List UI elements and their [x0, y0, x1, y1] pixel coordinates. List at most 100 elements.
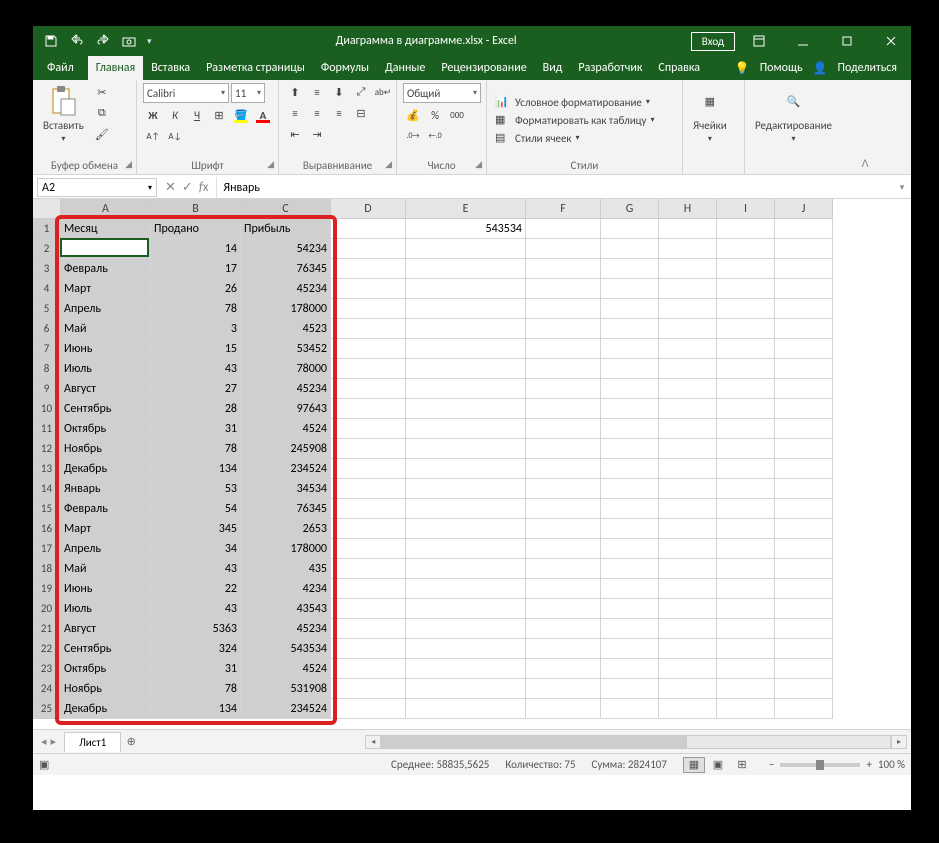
- cell[interactable]: [406, 519, 526, 539]
- row-header[interactable]: 10: [33, 399, 61, 419]
- cell[interactable]: [775, 499, 833, 519]
- login-button[interactable]: Вход: [691, 32, 735, 51]
- cell[interactable]: [659, 599, 717, 619]
- cell[interactable]: Март: [61, 279, 151, 299]
- cell[interactable]: [775, 359, 833, 379]
- qa-customize-dropdown[interactable]: ▾: [147, 36, 152, 47]
- cell[interactable]: 97643: [241, 399, 331, 419]
- cell[interactable]: [659, 299, 717, 319]
- collapse-ribbon-icon[interactable]: ᐱ: [855, 80, 875, 174]
- cancel-formula-icon[interactable]: ✕: [165, 180, 176, 195]
- border-button[interactable]: ⊞: [209, 106, 229, 124]
- cell[interactable]: [717, 679, 775, 699]
- cell[interactable]: 22: [151, 579, 241, 599]
- cell[interactable]: [775, 699, 833, 719]
- cell[interactable]: [601, 679, 659, 699]
- cell[interactable]: [331, 439, 406, 459]
- cell[interactable]: [406, 279, 526, 299]
- cell[interactable]: [526, 259, 601, 279]
- cell[interactable]: [601, 319, 659, 339]
- cell[interactable]: [406, 619, 526, 639]
- tab-formulas[interactable]: Формулы: [313, 56, 377, 80]
- cell[interactable]: [601, 659, 659, 679]
- cell[interactable]: [601, 419, 659, 439]
- cell[interactable]: [775, 479, 833, 499]
- cell[interactable]: 324: [151, 639, 241, 659]
- expand-formula-bar-icon[interactable]: ▾: [893, 177, 911, 198]
- cell[interactable]: [659, 419, 717, 439]
- cell[interactable]: Прибыль: [241, 219, 331, 239]
- cell[interactable]: [406, 559, 526, 579]
- cell[interactable]: [406, 579, 526, 599]
- cell[interactable]: [659, 679, 717, 699]
- cell[interactable]: [406, 419, 526, 439]
- wrap-text-icon[interactable]: ab↵: [373, 83, 393, 101]
- percent-icon[interactable]: %: [425, 106, 445, 124]
- cell[interactable]: [659, 259, 717, 279]
- page-break-view-icon[interactable]: ⊞: [731, 757, 753, 773]
- row-header[interactable]: 5: [33, 299, 61, 319]
- tab-developer[interactable]: Разработчик: [570, 56, 650, 80]
- underline-button[interactable]: Ч: [187, 106, 207, 124]
- row-header[interactable]: 23: [33, 659, 61, 679]
- cell[interactable]: [775, 259, 833, 279]
- minimize-icon[interactable]: [783, 26, 823, 56]
- tab-layout[interactable]: Разметка страницы: [198, 56, 313, 80]
- column-header[interactable]: I: [717, 199, 775, 219]
- column-header[interactable]: J: [775, 199, 833, 219]
- cell[interactable]: [775, 639, 833, 659]
- cell[interactable]: Январь: [61, 479, 151, 499]
- cell[interactable]: [331, 299, 406, 319]
- cell[interactable]: 53452: [241, 339, 331, 359]
- decrease-decimal-icon[interactable]: ←.0: [425, 127, 445, 145]
- cell[interactable]: 234524: [241, 459, 331, 479]
- cell[interactable]: 28: [151, 399, 241, 419]
- cell[interactable]: [406, 699, 526, 719]
- italic-button[interactable]: К: [165, 106, 185, 124]
- cell[interactable]: [601, 239, 659, 259]
- align-center-icon[interactable]: ≡: [307, 104, 327, 122]
- record-macro-icon[interactable]: ▣: [39, 758, 49, 771]
- cell[interactable]: [331, 479, 406, 499]
- cell[interactable]: [775, 439, 833, 459]
- cell[interactable]: [526, 359, 601, 379]
- cell[interactable]: [659, 479, 717, 499]
- column-header[interactable]: D: [331, 199, 406, 219]
- close-icon[interactable]: [871, 26, 911, 56]
- cell[interactable]: [659, 539, 717, 559]
- cell[interactable]: [331, 319, 406, 339]
- cell[interactable]: [331, 679, 406, 699]
- cell[interactable]: [526, 379, 601, 399]
- cell[interactable]: 43: [151, 559, 241, 579]
- cell[interactable]: Май: [61, 559, 151, 579]
- cell[interactable]: Апрель: [61, 299, 151, 319]
- cell[interactable]: 3: [151, 319, 241, 339]
- cell[interactable]: [601, 479, 659, 499]
- cell[interactable]: Июнь: [61, 579, 151, 599]
- cell[interactable]: 78: [151, 299, 241, 319]
- cell[interactable]: [406, 639, 526, 659]
- cell[interactable]: [526, 639, 601, 659]
- cell[interactable]: 4523: [241, 319, 331, 339]
- cell[interactable]: 78: [151, 679, 241, 699]
- cell[interactable]: 76345: [241, 499, 331, 519]
- cell[interactable]: [331, 459, 406, 479]
- cell[interactable]: Октябрь: [61, 419, 151, 439]
- cell[interactable]: 31: [151, 659, 241, 679]
- row-header[interactable]: 19: [33, 579, 61, 599]
- column-header[interactable]: H: [659, 199, 717, 219]
- cell[interactable]: [406, 439, 526, 459]
- enter-formula-icon[interactable]: ✓: [182, 180, 193, 195]
- row-header[interactable]: 12: [33, 439, 61, 459]
- bold-button[interactable]: Ж: [143, 106, 163, 124]
- cell[interactable]: [331, 239, 406, 259]
- zoom-in-button[interactable]: +: [866, 758, 871, 771]
- increase-font-icon[interactable]: A↑: [143, 127, 163, 145]
- cell[interactable]: [659, 359, 717, 379]
- cell[interactable]: [526, 279, 601, 299]
- tab-file[interactable]: Файл: [33, 56, 88, 80]
- cell[interactable]: 245908: [241, 439, 331, 459]
- number-launcher[interactable]: ◢: [475, 159, 482, 170]
- camera-icon[interactable]: [121, 33, 137, 49]
- cell[interactable]: 43: [151, 359, 241, 379]
